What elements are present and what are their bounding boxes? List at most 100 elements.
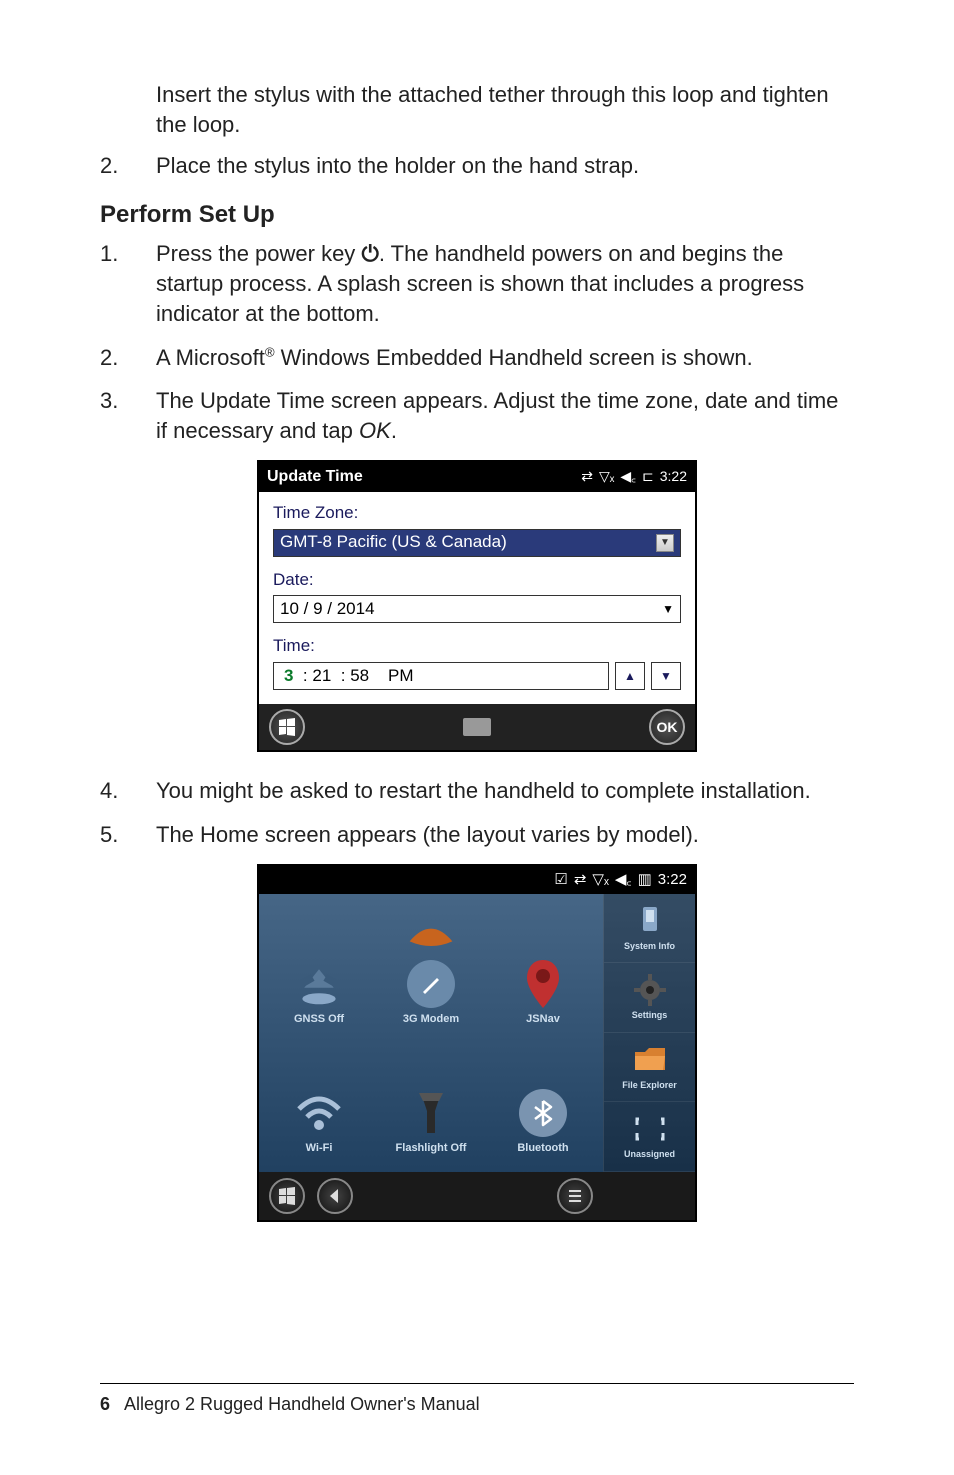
device-icon [633,904,667,938]
tile-label: GNSS Off [294,1012,344,1027]
start-button[interactable] [269,709,305,745]
page-content: Insert the stylus with the attached teth… [100,80,854,1222]
windows-flag-icon [277,1186,297,1206]
time-label: Time: [273,635,681,658]
text-part: A Microsoft [156,345,265,370]
home-body: GNSS Off 3G Modem JSNav [259,894,695,1172]
signal-icon: ▽ₓ [592,870,608,890]
list-item-intro-2: 2. Place the stylus into the holder on t… [100,151,854,181]
dropdown-arrow-icon[interactable]: ▼ [656,534,674,552]
colon: : [331,665,350,688]
status-icons: ⇄ ▽ₓ ◀꜀ ⊏ 3:22 [581,467,687,486]
sidebar-system-info[interactable]: System Info [604,894,695,964]
bottom-bar: OK [259,704,695,750]
list-text: You might be asked to restart the handhe… [156,776,854,806]
clock-text: 3:22 [660,467,687,486]
list-number: 2. [100,151,156,181]
tile-wifi[interactable]: Wi-Fi [263,1035,375,1164]
satellite-icon [295,960,343,1008]
sidebar-label: File Explorer [622,1079,677,1091]
sidebar-label: Unassigned [624,1148,675,1160]
tile-jsnav[interactable]: JSNav [487,906,599,1035]
time-field[interactable]: 3 : 21 : 58 PM [273,662,609,690]
setup-item-1: 1. Press the power key ⏻. The handheld p… [100,239,854,328]
list-icon [566,1187,584,1205]
swoosh-icon [407,912,455,960]
continued-paragraph: Insert the stylus with the attached teth… [156,80,854,139]
text-part: Press the power key [156,241,361,266]
list-number: 1. [100,239,156,328]
time-down-button[interactable]: ▼ [651,662,681,690]
text-part: The Update Time screen appears. Adjust t… [156,388,838,443]
screenshot-home-screen: ☑ ⇄ ▽ₓ ◀꜀ ▥ 3:22 GNSS Off [257,864,697,1222]
signal-icon: ▽ₓ [599,467,614,486]
time-ampm: PM [388,665,414,688]
tile-bluetooth[interactable]: Bluetooth [487,1035,599,1164]
colon: : [293,665,312,688]
back-button[interactable] [317,1178,353,1214]
sidebar-label: System Info [624,940,675,952]
time-hour: 3 [284,665,293,688]
pin-icon [519,960,567,1008]
connectivity-icon: ⇄ [581,467,593,486]
tile-gnss[interactable]: GNSS Off [263,906,375,1035]
keyboard-icon[interactable] [463,718,491,736]
menu-button[interactable] [557,1178,593,1214]
list-number: 3. [100,386,156,445]
volume-icon: ◀꜀ [620,467,636,486]
tile-3g-modem[interactable]: 3G Modem [375,906,487,1035]
tile-label: Flashlight Off [396,1141,467,1156]
time-minute: 21 [312,665,331,688]
list-text: The Home screen appears (the layout vari… [156,820,854,850]
time-row: 3 : 21 : 58 PM ▲ ▼ [273,662,681,690]
sidebar-settings[interactable]: Settings [604,963,695,1033]
clock-text: 3:22 [658,870,687,890]
list-number: 5. [100,820,156,850]
bottom-bar [259,1172,695,1220]
page-number: 6 [100,1394,110,1414]
list-number: 2. [100,343,156,373]
setup-item-5: 5. The Home screen appears (the layout v… [100,820,854,850]
timezone-dropdown[interactable]: GMT-8 Pacific (US & Canada) ▼ [273,529,681,557]
text-part: . [391,418,397,443]
tile-label: Wi-Fi [306,1141,333,1156]
registered-mark: ® [265,344,275,359]
list-text: Place the stylus into the holder on the … [156,151,854,181]
page-footer: 6 Allegro 2 Rugged Handheld Owner's Manua… [100,1383,854,1415]
gear-icon [633,973,667,1007]
brackets-icon [633,1112,667,1146]
ok-button[interactable]: OK [649,709,685,745]
sidebar-file-explorer[interactable]: File Explorer [604,1033,695,1103]
setup-item-4: 4. You might be asked to restart the han… [100,776,854,806]
start-button[interactable] [269,1178,305,1214]
heading-perform-setup: Perform Set Up [100,199,854,231]
list-text: A Microsoft® Windows Embedded Handheld s… [156,343,854,373]
tile-label: 3G Modem [403,1012,459,1027]
tile-label: JSNav [526,1012,560,1027]
back-arrow-icon [326,1187,344,1205]
setup-item-2: 2. A Microsoft® Windows Embedded Handhel… [100,343,854,373]
home-sidebar: System Info Settings File Explorer [603,894,695,1172]
time-up-button[interactable]: ▲ [615,662,645,690]
list-number: 4. [100,776,156,806]
home-grid: GNSS Off 3G Modem JSNav [259,894,603,1172]
setup-item-3: 3. The Update Time screen appears. Adjus… [100,386,854,445]
text-part: Windows Embedded Handheld screen is show… [275,345,753,370]
flashlight-icon [407,1089,455,1137]
battery-icon: ⊏ [642,467,654,486]
connectivity-icon: ⇄ [574,870,587,890]
timezone-value: GMT-8 Pacific (US & Canada) [280,531,507,554]
windows-flag-icon [277,717,297,737]
date-field[interactable]: 10 / 9 / 2014 ▼ [273,595,681,623]
sidebar-label: Settings [632,1009,668,1021]
dropdown-arrow-icon[interactable]: ▼ [662,601,674,617]
tile-label: Bluetooth [517,1141,568,1156]
sidebar-unassigned[interactable]: Unassigned [604,1102,695,1172]
tile-flashlight[interactable]: Flashlight Off [375,1035,487,1164]
date-value: 10 / 9 / 2014 [280,598,375,621]
titlebar: Update Time ⇄ ▽ₓ ◀꜀ ⊏ 3:22 [259,462,695,492]
dialog-body: Time Zone: GMT-8 Pacific (US & Canada) ▼… [259,492,695,705]
footer-title: Allegro 2 Rugged Handheld Owner's Manual [124,1394,480,1414]
bluetooth-icon [519,1089,567,1137]
time-second: 58 [350,665,369,688]
